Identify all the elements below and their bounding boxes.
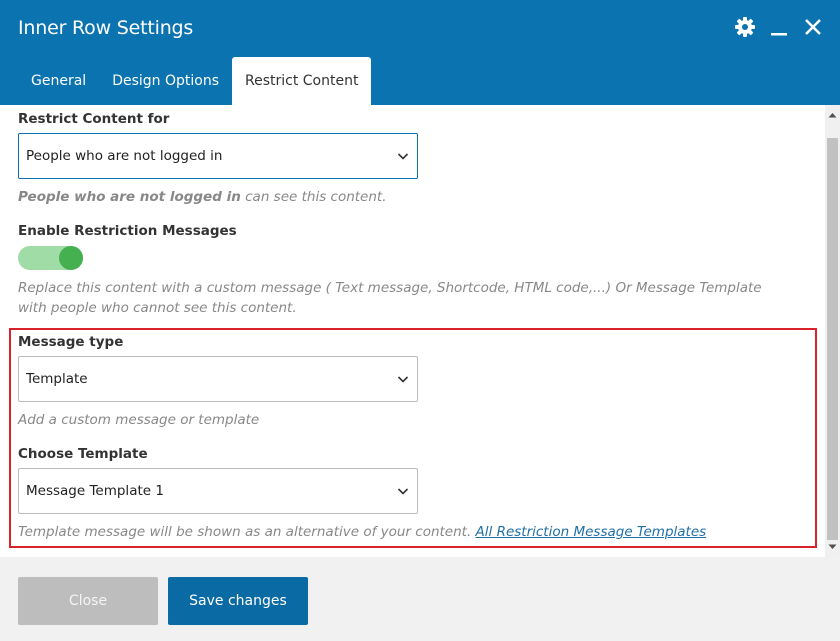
gear-icon[interactable]	[734, 16, 756, 38]
restrict-content-label: Restrict Content for	[18, 111, 170, 127]
scrollbar-thumb[interactable]	[827, 138, 838, 540]
tab-restrict-content[interactable]: Restrict Content	[232, 57, 372, 105]
message-type-help: Add a custom message or template	[18, 412, 260, 428]
close-icon[interactable]	[802, 16, 824, 38]
dialog-footer: Close Save changes	[0, 557, 840, 641]
restriction-messages-label: Enable Restriction Messages	[18, 223, 237, 239]
restrict-content-help: People who are not logged in can see thi…	[18, 187, 788, 207]
all-restriction-templates-link[interactable]: All Restriction Message Templates	[476, 524, 707, 540]
restrict-content-select[interactable]: People who are not logged in	[18, 133, 418, 179]
message-type-select[interactable]: Template	[18, 356, 418, 402]
close-button[interactable]: Close	[18, 577, 158, 625]
scroll-up-arrow-icon[interactable]	[825, 105, 840, 125]
message-type-label: Message type	[18, 334, 124, 350]
vertical-scrollbar[interactable]	[825, 105, 840, 557]
scroll-down-arrow-icon[interactable]	[825, 537, 840, 557]
save-changes-button[interactable]: Save changes	[168, 577, 308, 625]
choose-template-help-text: Template message will be shown as an alt…	[18, 524, 476, 540]
dialog-title: Inner Row Settings	[18, 17, 194, 39]
restrict-content-value: People who are not logged in	[26, 148, 223, 164]
choose-template-label: Choose Template	[18, 446, 148, 462]
restrict-help-rest: can see this content.	[240, 189, 387, 205]
restrict-help-bold: People who are not logged in	[18, 189, 241, 205]
header-actions	[734, 16, 824, 38]
settings-panel: Restrict Content for People who are not …	[0, 105, 825, 557]
tab-bar: General Design Options Restrict Content	[18, 57, 372, 105]
tab-design-options[interactable]: Design Options	[99, 57, 232, 105]
choose-template-value: Message Template 1	[26, 483, 164, 499]
message-type-value: Template	[26, 371, 88, 387]
minimize-icon[interactable]	[768, 16, 790, 38]
choose-template-help: Template message will be shown as an alt…	[18, 522, 788, 542]
dialog-header: Inner Row Settings General Design Option…	[0, 0, 840, 105]
chevron-down-icon	[397, 153, 409, 160]
toggle-knob	[59, 246, 83, 270]
tab-general[interactable]: General	[18, 57, 99, 105]
choose-template-select[interactable]: Message Template 1	[18, 468, 418, 514]
chevron-down-icon	[397, 376, 409, 383]
chevron-down-icon	[397, 488, 409, 495]
restriction-messages-help: Replace this content with a custom messa…	[18, 280, 762, 316]
restriction-messages-toggle[interactable]	[18, 246, 83, 270]
